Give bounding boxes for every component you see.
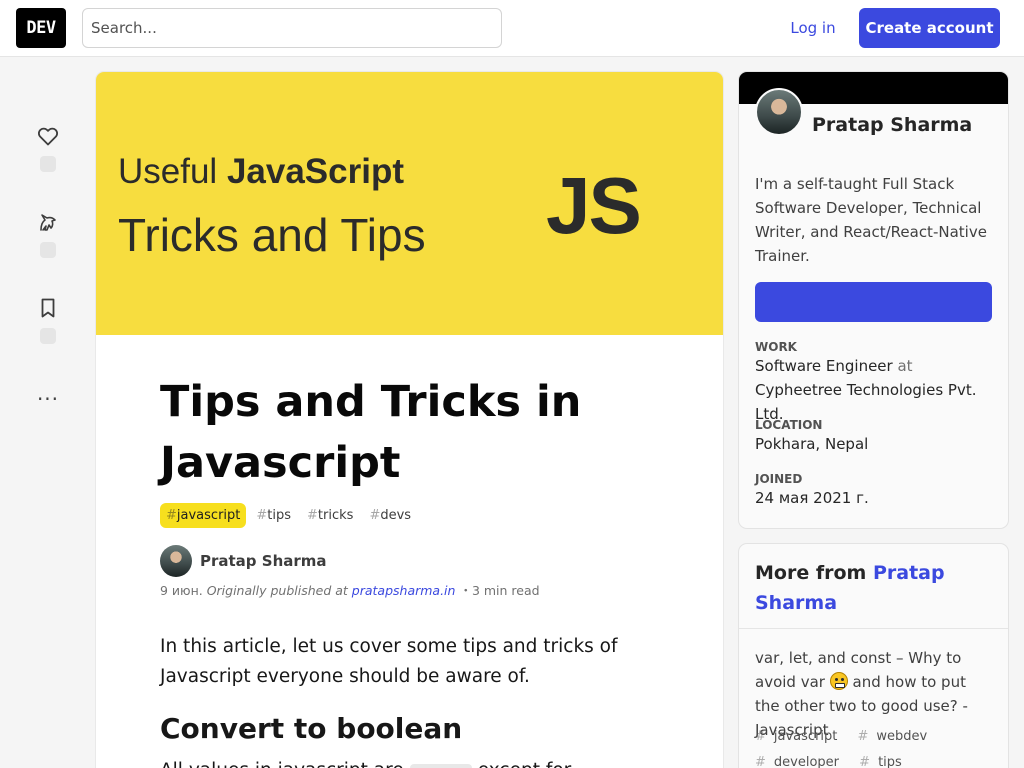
author-name[interactable]: Pratap Sharma [200, 552, 327, 570]
dev-logo[interactable]: DEV [16, 8, 66, 48]
joined-label: Joined [755, 472, 803, 486]
post-tag-tips[interactable]: # tips [859, 755, 910, 768]
published-prefix: Originally published at [206, 583, 348, 598]
cover-js-badge: JS [546, 161, 642, 250]
profile-joined: Joined 24 мая 2021 г. [755, 472, 1000, 510]
author-profile-card: Pratap Sharma I'm a self-taught Full Sta… [739, 72, 1008, 528]
work-label: Work [755, 340, 797, 354]
login-link[interactable]: Log in [775, 8, 851, 48]
location-value: Pokhara, Nepal [755, 435, 869, 453]
location-label: Location [755, 418, 823, 432]
search-input[interactable] [82, 8, 502, 48]
article-card: Useful JavaScript Tricks and Tips JS Tip… [96, 72, 723, 768]
bookmark-icon [41, 298, 55, 318]
article-tags: #javascript #tips #tricks #devs [160, 503, 417, 528]
profile-avatar[interactable] [755, 88, 803, 136]
heart-icon [38, 127, 58, 146]
heart-count [40, 156, 56, 172]
article-title: Tips and Tricks in Javascript [160, 377, 582, 488]
post-tag-developer[interactable]: # developer [755, 755, 847, 768]
unicorn-count [40, 242, 56, 258]
article-meta: 9 июн. Originally published at pratapsha… [160, 580, 540, 599]
profile-location: Location Pokhara, Nepal [755, 418, 1000, 456]
author-avatar[interactable] [160, 545, 192, 577]
article-next-line: All values in javascript areexcept for [160, 760, 620, 768]
cover-image: Useful JavaScript Tricks and Tips JS [96, 72, 723, 335]
follow-button[interactable] [755, 282, 992, 322]
divider [739, 628, 1008, 629]
top-header: DEV Log in Create account [0, 0, 1024, 57]
reaction-unicorn[interactable] [30, 210, 66, 258]
tag-javascript[interactable]: #javascript [160, 503, 247, 528]
work-value: Software Engineer at Cypheetree Technolo… [755, 357, 977, 423]
profile-work: Work Software Engineer at Cypheetree Tec… [755, 340, 1000, 426]
create-account-button[interactable]: Create account [859, 8, 1000, 48]
reaction-heart[interactable] [30, 124, 66, 172]
author-row: Pratap Sharma [160, 545, 327, 577]
post-tag-webdev[interactable]: # webdev [858, 729, 936, 744]
more-horizontal-icon[interactable]: ... [36, 383, 60, 403]
joined-value: 24 мая 2021 г. [755, 489, 869, 507]
section-heading: Convert to boolean [160, 712, 463, 745]
publish-date: 9 июн. [160, 583, 203, 598]
article-intro: In this article, let us cover some tips … [160, 636, 618, 687]
reaction-bookmark[interactable] [30, 296, 66, 344]
tag-devs[interactable]: #devs [363, 503, 417, 528]
read-time: ・3 min read [459, 583, 540, 598]
grimacing-emoji-icon [829, 672, 848, 690]
cover-line-2: Tricks and Tips [118, 209, 426, 261]
original-source-link[interactable]: pratapsharma.in [352, 583, 456, 598]
profile-bio: I'm a self-taught Full Stack Software De… [755, 175, 987, 265]
inline-code [409, 764, 472, 768]
more-from-card: More from Pratap Sharma var, let, and co… [739, 544, 1008, 768]
tag-tips[interactable]: #tips [250, 503, 297, 528]
more-from-post-tags: # javascript # webdev # developer # tips [755, 724, 1000, 768]
cover-line-1: Useful JavaScript [118, 152, 404, 191]
post-tag-javascript[interactable]: # javascript [755, 729, 845, 744]
bookmark-count [40, 328, 56, 344]
tag-tricks[interactable]: #tricks [301, 503, 359, 528]
profile-name[interactable]: Pratap Sharma [812, 114, 972, 136]
unicorn-icon [40, 214, 56, 231]
more-from-heading: More from Pratap Sharma [755, 562, 945, 614]
